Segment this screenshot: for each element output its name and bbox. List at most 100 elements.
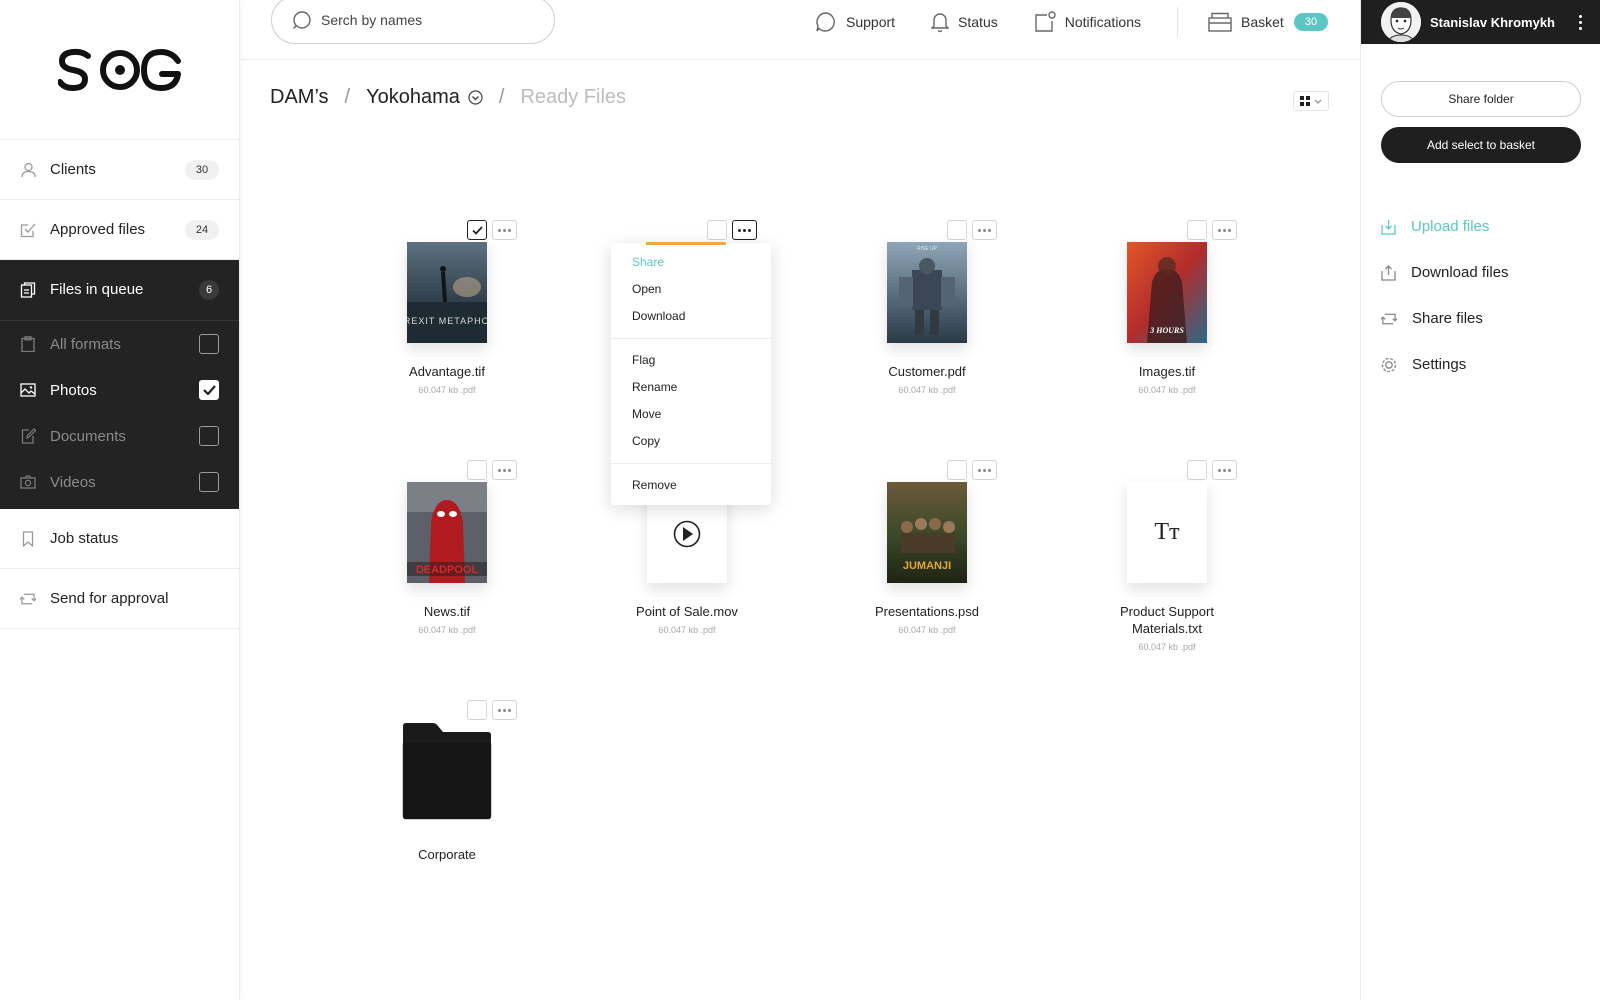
file-checkbox[interactable] <box>1187 220 1207 240</box>
file-tile[interactable]: RISE UP Customer.pdf 60.047 kb .pdf <box>847 220 1007 400</box>
file-name: Presentations.psd 60.047 kb .pdf <box>847 603 1007 639</box>
sidebar-item-send-for-approval[interactable]: Send for approval <box>0 569 239 629</box>
filter-documents[interactable]: Documents <box>0 413 239 459</box>
filter-videos[interactable]: Videos <box>0 459 239 505</box>
action-label: Upload files <box>1411 218 1490 235</box>
file-checkbox[interactable] <box>947 460 967 480</box>
filter-checkbox[interactable] <box>199 380 219 400</box>
user-name[interactable]: Stanislav Khromykh <box>1430 15 1570 30</box>
breadcrumb-folder[interactable]: Yokohama <box>366 86 460 109</box>
more-options-button[interactable] <box>492 700 517 720</box>
file-meta: 60.047 kb .pdf <box>658 625 716 635</box>
menu-item-share[interactable]: Share <box>611 249 771 276</box>
tile-controls <box>947 220 997 240</box>
file-checkbox[interactable] <box>467 700 487 720</box>
filter-checkbox[interactable] <box>199 334 219 354</box>
menu-item-download[interactable]: Download <box>611 303 771 330</box>
file-meta: 60.047 kb .pdf <box>1138 642 1196 652</box>
more-options-button[interactable] <box>972 460 997 480</box>
file-checkbox[interactable] <box>467 220 487 240</box>
file-checkbox[interactable] <box>1187 460 1207 480</box>
tile-controls <box>467 700 517 720</box>
sidebar-item-label: Files in queue <box>50 281 144 298</box>
more-options-button[interactable] <box>1212 460 1237 480</box>
sidebar-item-files-in-queue[interactable]: Files in queue 6 <box>0 260 239 320</box>
count-badge: 6 <box>199 279 219 300</box>
share-folder-button[interactable]: Share folder <box>1381 81 1581 117</box>
filter-label: Photos <box>50 381 97 399</box>
menu-item-rename[interactable]: Rename <box>611 374 771 401</box>
upload-files-action[interactable]: Upload files <box>1381 218 1489 235</box>
poster-title: RISE UP <box>917 246 938 252</box>
menu-item-remove[interactable]: Remove <box>611 472 771 499</box>
file-checkbox[interactable] <box>707 220 727 240</box>
top-links: Support Status Notifications Basket 30 <box>815 0 1364 44</box>
sidebar-item-approved-files[interactable]: Approved files 24 <box>0 200 239 260</box>
file-tile[interactable]: DEADPOOL News.tif 60.047 kb .pdf <box>367 460 527 640</box>
file-checkbox[interactable] <box>467 460 487 480</box>
menu-item-move[interactable]: Move <box>611 401 771 428</box>
more-options-button[interactable] <box>1212 220 1237 240</box>
check-square-icon <box>20 222 36 238</box>
file-thumbnail[interactable]: 3 HOURS <box>1127 242 1207 343</box>
download-files-action[interactable]: Download files <box>1381 264 1509 281</box>
avatar[interactable] <box>1381 2 1421 42</box>
filter-checkbox[interactable] <box>199 426 219 446</box>
file-thumbnail[interactable]: RISE UP <box>887 242 967 343</box>
more-options-button[interactable] <box>492 220 517 240</box>
settings-action[interactable]: Settings <box>1381 356 1466 373</box>
file-name-label: Presentations.psd <box>874 604 980 619</box>
more-options-button[interactable] <box>492 460 517 480</box>
file-tile[interactable]: BREXIT METAPHOR Advantage.tif 60.047 kb … <box>367 220 527 400</box>
search-box[interactable] <box>271 0 555 44</box>
notifications-link[interactable]: Notifications <box>1034 11 1141 33</box>
tile-controls <box>707 220 757 240</box>
bell-icon <box>931 13 950 33</box>
search-input[interactable] <box>321 12 541 28</box>
sidebar-item-clients[interactable]: Clients 30 <box>0 140 239 200</box>
basket-link[interactable]: Basket 30 <box>1208 12 1329 32</box>
folder-tile[interactable]: Corporate <box>367 700 527 870</box>
file-tile[interactable]: JUMANJI Presentations.psd 60.047 kb .pdf <box>847 460 1007 640</box>
status-link[interactable]: Status <box>931 11 998 33</box>
file-checkbox[interactable] <box>947 220 967 240</box>
add-to-basket-button[interactable]: Add select to basket <box>1381 127 1581 163</box>
filter-checkbox[interactable] <box>199 472 219 492</box>
sidebar-item-job-status[interactable]: Job status <box>0 509 239 569</box>
upload-icon <box>1381 219 1396 235</box>
filter-photos[interactable]: Photos <box>0 367 239 413</box>
file-tile[interactable]: Tт Product Support Materials.txt 60.047 … <box>1087 460 1247 660</box>
filter-label: Documents <box>50 427 126 445</box>
file-name: Advantage.tif 60.047 kb .pdf <box>367 363 527 399</box>
user-menu-icon[interactable] <box>1570 14 1590 30</box>
menu-item-open[interactable]: Open <box>611 276 771 303</box>
support-link[interactable]: Support <box>815 11 895 33</box>
file-meta: 60.047 kb .pdf <box>898 385 956 395</box>
user-icon <box>20 162 36 178</box>
file-tile[interactable]: 3 HOURS Images.tif 60.047 kb .pdf <box>1087 220 1247 400</box>
filter-all-formats[interactable]: All formats <box>0 321 239 367</box>
breadcrumb-root[interactable]: DAM’s <box>270 86 329 109</box>
user-bar: Stanislav Khromykh <box>1361 0 1600 44</box>
menu-divider <box>611 338 771 339</box>
basket-icon <box>1208 12 1232 32</box>
search-icon <box>293 10 311 29</box>
sidebar-item-label: Clients <box>50 161 96 178</box>
more-options-button[interactable] <box>732 220 757 240</box>
file-thumbnail[interactable]: Tт <box>1127 482 1207 583</box>
chevron-down-icon[interactable] <box>468 90 483 105</box>
menu-item-copy[interactable]: Copy <box>611 428 771 455</box>
view-toggle[interactable] <box>1293 91 1329 111</box>
share-files-action[interactable]: Share files <box>1381 310 1483 327</box>
file-thumbnail[interactable]: BREXIT METAPHOR <box>407 242 487 343</box>
more-options-button[interactable] <box>972 220 997 240</box>
folder-icon[interactable] <box>399 722 495 824</box>
file-name-label: Point of Sale.mov <box>636 604 738 619</box>
logo[interactable] <box>0 0 239 140</box>
camera-icon <box>20 474 36 490</box>
file-name-label: Images.tif <box>1138 364 1196 379</box>
file-thumbnail[interactable]: DEADPOOL <box>407 482 487 583</box>
file-thumbnail[interactable]: JUMANJI <box>887 482 967 583</box>
file-name-label: Product Support Materials.txt <box>1120 604 1214 636</box>
menu-item-flag[interactable]: Flag <box>611 347 771 374</box>
